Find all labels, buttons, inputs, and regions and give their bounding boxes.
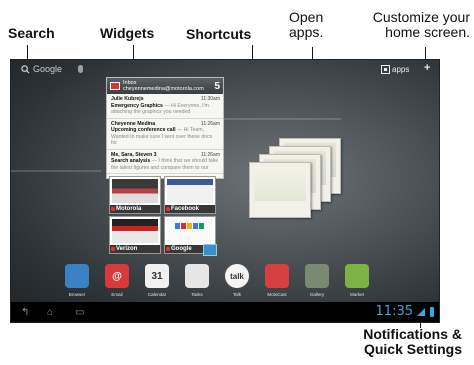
email-icon: @ <box>105 264 129 288</box>
thumb-preview <box>167 179 213 203</box>
dock-item-label: Calendar <box>147 292 167 297</box>
signal-icon[interactable] <box>417 308 425 316</box>
gallery-icon <box>305 264 329 288</box>
search-bar[interactable]: Google <box>21 62 103 76</box>
callout-search: Search <box>8 25 55 41</box>
photo-card <box>249 162 311 218</box>
callout-open-apps-line2: apps. <box>289 23 324 40</box>
callout-widgets: Widgets <box>100 25 155 41</box>
google-logo-icon <box>175 223 204 229</box>
thumb-preview <box>167 219 213 243</box>
dock-item-label: Gallery <box>309 292 325 297</box>
favorites-dock: Browser @ Email 31 Calendar Tasks talk Talk Moto… <box>59 264 409 304</box>
shortcut-label: Verizon <box>110 245 160 253</box>
search-google-label: Google <box>33 64 63 74</box>
apps-button[interactable]: apps <box>381 63 409 75</box>
recent-apps-icon[interactable]: ▭ <box>75 307 84 318</box>
dock-item-label: MotoCast <box>267 292 287 297</box>
shortcut-label: Facebook <box>165 205 215 213</box>
shortcut-small-icon[interactable] <box>203 244 217 256</box>
customize-button[interactable]: + <box>424 62 430 74</box>
battery-icon[interactable] <box>430 307 434 317</box>
bookmark-shortcut-facebook[interactable]: Facebook <box>164 176 216 214</box>
unread-count: 5 <box>214 80 220 92</box>
callout-open-apps: Open apps. <box>289 10 323 39</box>
wallpaper-stripe <box>221 118 341 120</box>
mail-subject: Search analysis <box>111 158 151 164</box>
talk-icon: talk <box>225 264 249 288</box>
callout-notifications: Notifications & Quick Settings <box>326 327 462 356</box>
list-item[interactable]: Me, Sara, Steven 3 11:26am Search analys… <box>107 150 223 174</box>
mail-time: 11:26am <box>200 151 220 158</box>
search-icon <box>21 64 30 74</box>
bookmark-shortcut-motorola[interactable]: Motorola <box>109 176 161 214</box>
tasks-icon <box>185 264 209 288</box>
system-bar: ↰ ⌂ ▭ 11:35 <box>11 302 439 322</box>
email-widget-header: Inbox cheyennemedina@motorola.com 5 <box>107 78 223 94</box>
mail-time: 11:30am <box>200 96 220 102</box>
dock-item-tasks[interactable]: Tasks <box>179 264 215 304</box>
wallpaper-stripe <box>11 170 101 172</box>
callout-shortcuts: Shortcuts <box>186 26 252 42</box>
dock-item-label: Browser <box>68 292 86 297</box>
shortcut-label: Motorola <box>110 205 160 213</box>
email-account: Inbox cheyennemedina@motorola.com <box>123 80 204 92</box>
envelope-icon <box>110 82 120 90</box>
email-account-address: cheyennemedina@motorola.com <box>123 86 204 92</box>
browser-icon <box>65 264 89 288</box>
bookmark-shortcut-verizon[interactable]: Verizon <box>109 216 161 254</box>
microphone-icon[interactable] <box>78 65 83 73</box>
mail-time: 11:26am <box>200 120 220 127</box>
list-item[interactable]: Cheyenne Medina 11:26am Upcoming confere… <box>107 119 223 150</box>
callout-customize-line2: home screen. <box>385 23 470 40</box>
mail-subject: Upcoming conference call <box>111 127 176 133</box>
callout-notifications-line1: Notifications & <box>363 326 462 342</box>
thumb-preview <box>112 179 158 203</box>
dock-item-market[interactable]: Market <box>339 264 375 304</box>
dock-item-gallery[interactable]: Gallery <box>299 264 335 304</box>
email-widget[interactable]: Inbox cheyennemedina@motorola.com 5 Juli… <box>106 77 224 179</box>
callout-open-apps-line1: Open <box>289 9 324 25</box>
clock[interactable]: 11:35 <box>376 304 413 319</box>
apps-grid-icon <box>381 64 390 74</box>
calendar-icon: 31 <box>145 264 169 288</box>
dock-item-calendar[interactable]: 31 Calendar <box>139 264 175 304</box>
thumb-preview <box>112 219 158 243</box>
mail-subject: Emergency Graphics <box>111 102 163 109</box>
motocast-icon <box>265 264 289 288</box>
dock-item-talk[interactable]: talk Talk <box>219 264 255 304</box>
home-icon[interactable]: ⌂ <box>47 307 53 318</box>
dock-item-browser[interactable]: Browser <box>59 264 95 304</box>
apps-label: apps <box>392 64 410 74</box>
list-item[interactable]: Julie Kubrejs 11:30am Emergency Graphics… <box>107 94 223 119</box>
dock-item-label: Tasks <box>191 292 203 297</box>
dock-item-label: Email <box>111 292 123 297</box>
dock-item-motocast[interactable]: MotoCast <box>259 264 295 304</box>
callout-notifications-line2: Quick Settings <box>363 340 462 357</box>
dock-item-label: Market <box>350 292 364 297</box>
callout-customize-line1: Customize your <box>372 9 470 25</box>
callout-customize: Customize your home screen. <box>358 10 470 39</box>
market-icon <box>345 264 369 288</box>
dock-item-email[interactable]: @ Email <box>99 264 135 304</box>
home-screen: Google apps + Inbox cheyennemedina@motor… <box>10 59 440 323</box>
back-icon[interactable]: ↰ <box>21 307 29 318</box>
dock-item-label: Talk <box>232 292 241 297</box>
